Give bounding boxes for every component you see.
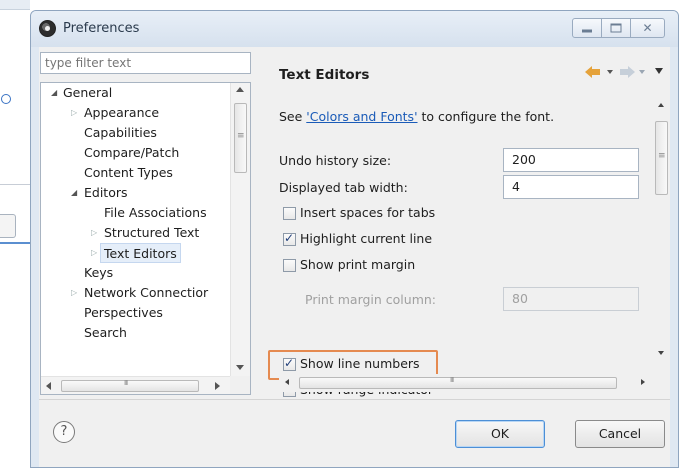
collapse-arrow-icon[interactable]: ▷: [71, 103, 77, 123]
collapse-arrow-icon[interactable]: ▷: [71, 283, 77, 303]
forward-dropdown-icon[interactable]: [639, 70, 645, 74]
background-divider-blue: [0, 242, 30, 244]
background-titlebar: [0, 0, 30, 10]
tree-item-content-types[interactable]: Content Types: [84, 163, 173, 183]
filter-input[interactable]: [40, 52, 251, 74]
scroll-up-icon[interactable]: [236, 87, 244, 92]
forward-arrow-icon[interactable]: [617, 63, 635, 81]
dialog-title: Preferences: [63, 21, 140, 36]
tree-item-text-editors[interactable]: Text Editors: [100, 243, 181, 263]
back-dropdown-icon[interactable]: [607, 70, 613, 74]
ok-button[interactable]: OK: [455, 420, 545, 448]
intro-suffix: to configure the font.: [417, 109, 555, 124]
scroll-down-icon[interactable]: [236, 365, 244, 370]
background-button: [0, 214, 16, 238]
collapse-arrow-icon[interactable]: ▷: [91, 223, 97, 243]
page-header: Text Editors: [261, 55, 670, 89]
expand-arrow-icon[interactable]: ◢: [71, 183, 77, 203]
tree-horizontal-scrollbar[interactable]: [41, 376, 230, 394]
help-icon[interactable]: ?: [53, 421, 75, 443]
background-radio-icon: [1, 94, 11, 104]
cancel-button[interactable]: Cancel: [575, 420, 665, 448]
tree-item-keys[interactable]: Keys: [84, 263, 113, 283]
view-menu-icon[interactable]: [655, 68, 663, 74]
print-margin-checkbox-row[interactable]: Show print margin: [283, 255, 483, 277]
preferences-tree: ◢ General ▷ Appearance Capabilities Comp…: [40, 82, 251, 395]
scrollbar-thumb[interactable]: [234, 103, 247, 173]
tree-item-perspectives[interactable]: Perspectives: [84, 303, 163, 323]
insert-spaces-label: Insert spaces for tabs: [300, 205, 436, 220]
preferences-dialog: Preferences ✕ ◢ General ▷ Appearance Cap…: [30, 10, 679, 468]
tree-item-search[interactable]: Search: [84, 323, 127, 343]
highlight-line-checkbox-row[interactable]: Highlight current line: [283, 229, 483, 251]
expand-arrow-icon[interactable]: ◢: [51, 83, 57, 103]
close-icon: ✕: [642, 21, 653, 35]
background-window: [0, 0, 30, 468]
range-indicator-checkbox-row[interactable]: Show range indicator: [283, 380, 483, 397]
tree-item-structured-text[interactable]: Structured Text: [104, 223, 199, 243]
page-title: Text Editors: [279, 67, 370, 83]
scroll-left-icon[interactable]: [46, 382, 51, 390]
line-numbers-checkbox-row[interactable]: Show line numbers: [283, 354, 453, 376]
scrollbar-thumb[interactable]: [61, 379, 199, 392]
maximize-button[interactable]: [602, 18, 631, 38]
scroll-right-icon[interactable]: [215, 382, 220, 390]
minimize-button[interactable]: [572, 18, 602, 38]
scrollbar-thumb[interactable]: [655, 121, 668, 195]
title-bar[interactable]: Preferences ✕: [31, 11, 678, 47]
tab-width-input[interactable]: 4: [503, 175, 639, 199]
tree-item-compare-patch[interactable]: Compare/Patch: [84, 143, 179, 163]
background-divider: [0, 184, 30, 185]
collapse-arrow-icon[interactable]: ▷: [91, 243, 97, 263]
print-margin-label: Show print margin: [300, 257, 416, 272]
eclipse-logo-icon: [39, 20, 56, 37]
insert-spaces-checkbox[interactable]: [283, 207, 296, 220]
range-indicator-checkbox[interactable]: [283, 382, 296, 397]
print-margin-checkbox[interactable]: [283, 259, 296, 272]
minimize-icon: [582, 29, 592, 33]
intro-prefix: See: [279, 109, 307, 124]
insert-spaces-checkbox-row[interactable]: Insert spaces for tabs: [283, 203, 483, 225]
tree-item-capabilities[interactable]: Capabilities: [84, 123, 157, 143]
page-vertical-scrollbar[interactable]: [653, 95, 670, 391]
maximize-icon: [610, 23, 622, 33]
intro-text: See 'Colors and Fonts' to configure the …: [279, 109, 554, 124]
scroll-down-icon[interactable]: [658, 351, 664, 355]
highlight-line-checkbox[interactable]: [283, 231, 296, 246]
highlight-line-label: Highlight current line: [300, 231, 433, 246]
range-indicator-label: Show range indicator: [300, 382, 434, 397]
tree-vertical-scrollbar[interactable]: [230, 83, 250, 376]
line-numbers-checkbox[interactable]: [283, 356, 296, 371]
dialog-client-area: ◢ General ▷ Appearance Capabilities Comp…: [39, 47, 670, 467]
scrollbar-corner: [230, 376, 250, 394]
print-margin-column-input: 80: [503, 287, 639, 311]
undo-history-input[interactable]: 200: [503, 148, 639, 172]
line-numbers-label: Show line numbers: [300, 356, 420, 371]
scroll-up-icon[interactable]: [658, 103, 664, 107]
preference-page: Text Editors See 'Colors and Fonts' to c…: [261, 47, 670, 397]
back-arrow-icon[interactable]: [585, 63, 603, 81]
bottom-separator: [39, 399, 670, 400]
print-margin-column-label: Print margin column:: [305, 292, 437, 307]
close-button[interactable]: ✕: [631, 18, 665, 38]
tab-width-label: Displayed tab width:: [279, 180, 408, 195]
undo-history-label: Undo history size:: [279, 153, 392, 168]
tree-item-general[interactable]: General: [63, 83, 112, 103]
tree-item-network-connections[interactable]: Network Connectior: [84, 283, 208, 303]
tree-item-editors[interactable]: Editors: [84, 183, 128, 203]
tree-item-file-associations[interactable]: File Associations: [104, 203, 207, 223]
colors-and-fonts-link[interactable]: 'Colors and Fonts': [306, 109, 417, 124]
tree-item-appearance[interactable]: Appearance: [84, 103, 159, 123]
